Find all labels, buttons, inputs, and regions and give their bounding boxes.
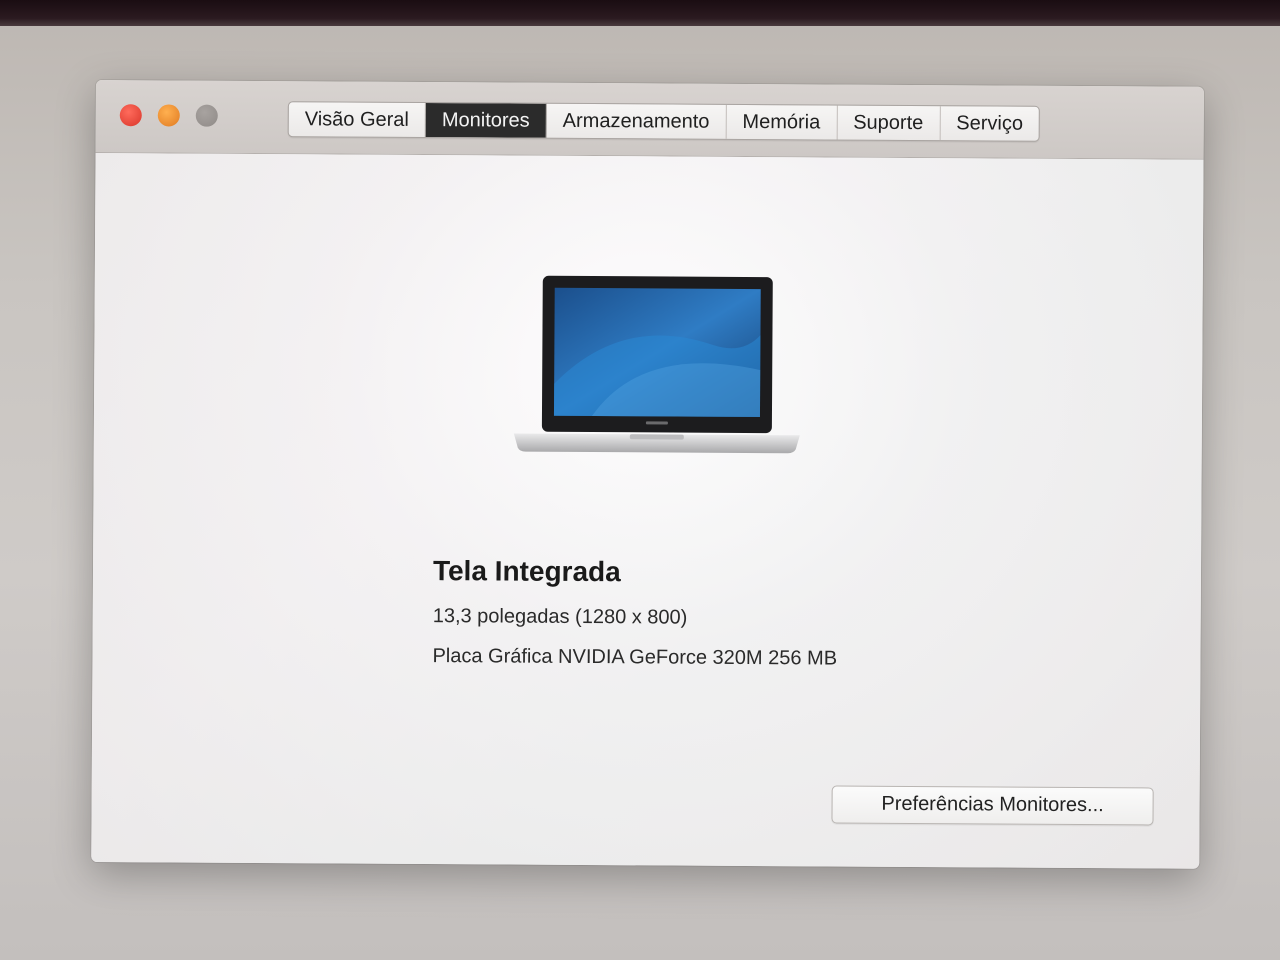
tab-suporte[interactable]: Suporte <box>837 105 941 141</box>
tab-memoria[interactable]: Memória <box>726 104 838 140</box>
display-title: Tela Integrada <box>432 555 621 588</box>
macbook-laptop-icon <box>513 275 800 454</box>
about-this-mac-window: Visão Geral Monitores Armazenamento Memó… <box>91 80 1204 869</box>
monitors-pane: Tela Integrada 13,3 polegadas (1280 x 80… <box>91 152 1204 869</box>
display-preferences-button[interactable]: Preferências Monitores... <box>831 785 1154 826</box>
close-icon[interactable] <box>119 104 142 127</box>
screen-bezel <box>0 0 1280 26</box>
tab-armazenamento[interactable]: Armazenamento <box>546 103 727 139</box>
tab-servico[interactable]: Serviço <box>940 106 1039 141</box>
display-size-resolution: 13,3 polegadas (1280 x 800) <box>432 605 688 629</box>
zoom-icon <box>195 104 218 127</box>
graphics-card-info: Placa Gráfica NVIDIA GeForce 320M 256 MB <box>432 645 838 670</box>
window-titlebar: Visão Geral Monitores Armazenamento Memó… <box>95 80 1204 160</box>
tab-monitores[interactable]: Monitores <box>425 103 547 138</box>
minimize-icon[interactable] <box>157 104 180 127</box>
tab-bar: Visão Geral Monitores Armazenamento Memó… <box>287 101 1041 142</box>
tab-visao-geral[interactable]: Visão Geral <box>288 102 427 138</box>
